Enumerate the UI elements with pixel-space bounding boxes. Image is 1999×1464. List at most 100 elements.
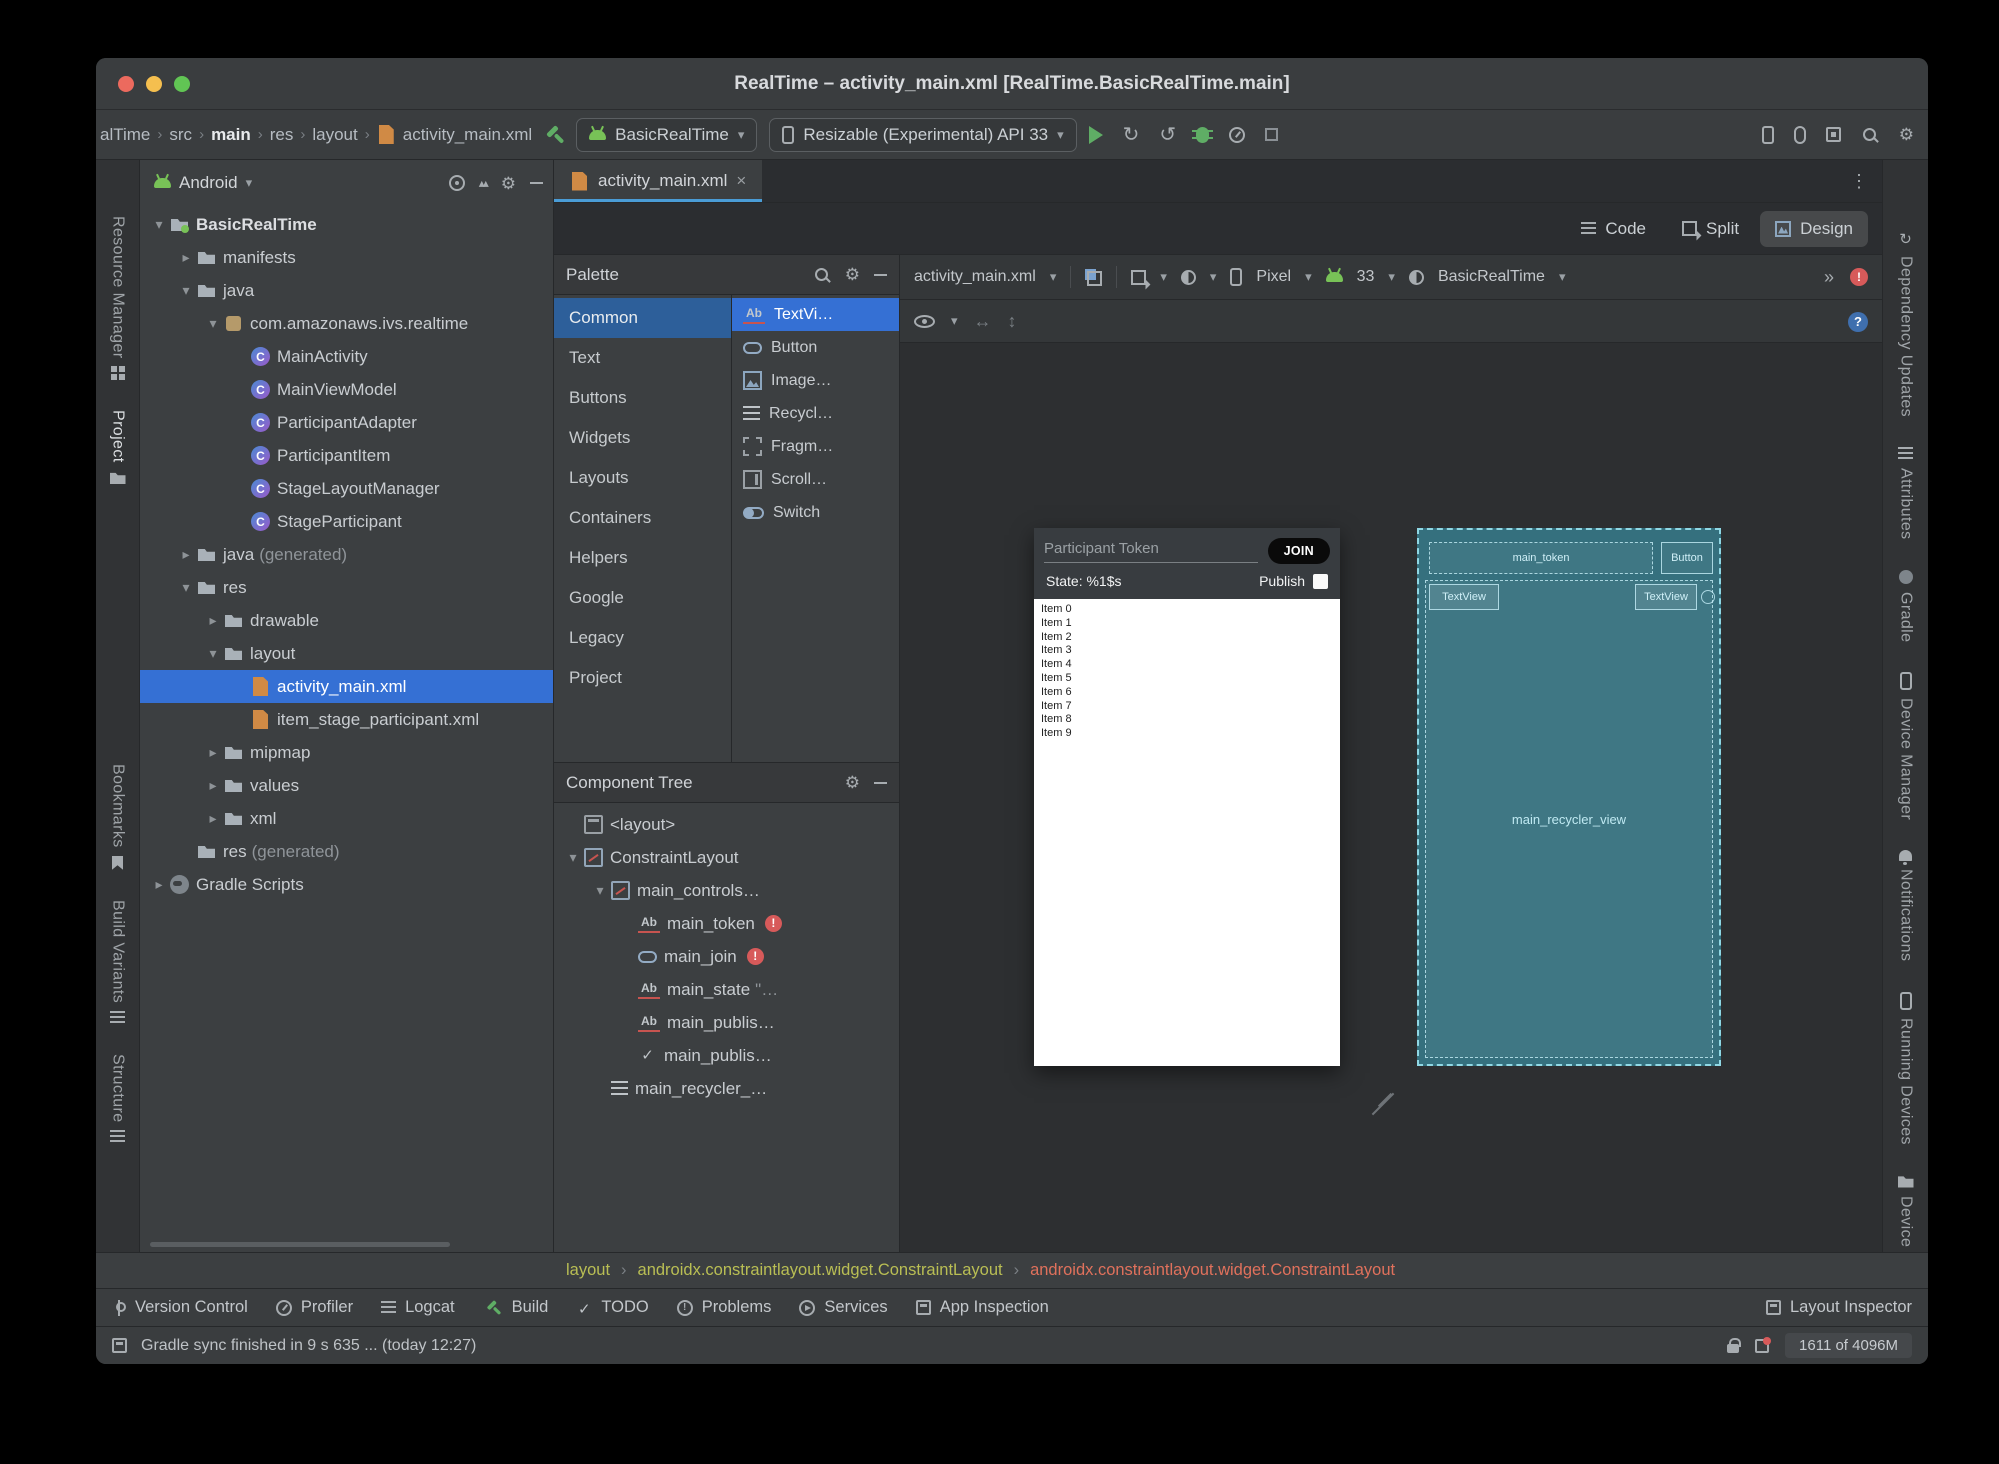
chevron-expanded-icon[interactable] [148, 216, 170, 233]
view-options-layers-icon[interactable] [1085, 268, 1103, 286]
project-view-selector[interactable]: Android [179, 173, 238, 193]
blueprint-recycler-view[interactable]: main_recycler_view [1425, 580, 1713, 1058]
chevron-collapsed-icon[interactable] [202, 744, 224, 761]
palette-item-button[interactable]: Button [732, 331, 899, 364]
project-tree-item[interactable]: Gradle Scripts [140, 868, 553, 901]
tool-button-build[interactable]: Build [483, 1298, 549, 1318]
status-panel-icon[interactable] [112, 1338, 127, 1353]
palette-category-widgets[interactable]: Widgets [554, 418, 731, 458]
hide-panel-icon[interactable] [874, 781, 887, 784]
project-tree-item[interactable]: layout [140, 637, 553, 670]
project-tree-item[interactable]: ParticipantItem [140, 439, 553, 472]
publish-label[interactable]: Publish [1259, 573, 1305, 589]
toolbar-overflow-icon[interactable]: » [1824, 267, 1834, 288]
tool-button-bookmarks[interactable]: Bookmarks [109, 764, 127, 870]
chevron-down-icon[interactable]: ▾ [246, 175, 253, 191]
chevron-collapsed-icon[interactable] [202, 612, 224, 629]
mode-code-button[interactable]: Code [1566, 211, 1661, 247]
breadcrumb-item[interactable]: androidx.constraintlayout.widget.Constra… [638, 1261, 1003, 1280]
palette-item-fragment[interactable]: Fragm… [732, 430, 899, 463]
publish-checkbox[interactable] [1313, 573, 1328, 589]
tool-button-dependency-updates[interactable]: ↻ Dependency Updates [1897, 230, 1915, 417]
api-level-picker[interactable]: 33 [1357, 268, 1375, 286]
mode-design-button[interactable]: Design [1760, 210, 1868, 247]
project-tree-item[interactable]: res (generated) [140, 835, 553, 868]
settings-gear-icon[interactable]: ⚙ [501, 175, 516, 192]
device-manager-icon[interactable] [1761, 125, 1774, 144]
settings-gear-icon[interactable]: ⚙ [845, 774, 860, 791]
design-canvas[interactable]: Participant Token JOIN State: %1$s Publi… [900, 343, 1882, 1252]
palette-category-buttons[interactable]: Buttons [554, 378, 731, 418]
project-tree-item[interactable]: res [140, 571, 553, 604]
chevron-expanded-icon[interactable] [589, 882, 611, 899]
tool-button-attributes[interactable]: Attributes [1897, 447, 1915, 540]
help-icon[interactable] [1848, 311, 1868, 332]
palette-category-layouts[interactable]: Layouts [554, 458, 731, 498]
chevron-collapsed-icon[interactable] [148, 876, 170, 893]
project-tree-item[interactable]: MainActivity [140, 340, 553, 373]
theme-picker[interactable]: BasicRealTime [1438, 268, 1545, 286]
run-configuration-selector[interactable]: BasicRealTime ▾ [576, 117, 758, 152]
palette-item-scrollview[interactable]: Scroll… [732, 463, 899, 496]
issues-error-icon[interactable] [1850, 268, 1868, 286]
palette-item-switch[interactable]: Switch [732, 496, 899, 529]
tool-button-resource-manager[interactable]: Resource Manager [109, 216, 127, 381]
settings-gear-icon[interactable]: ⚙ [845, 266, 860, 283]
device-selector[interactable]: Resizable (Experimental) API 33 ▾ [769, 117, 1077, 152]
project-tree-item[interactable]: BasicRealTime [140, 208, 553, 241]
chevron-collapsed-icon[interactable] [202, 777, 224, 794]
design-file-selector[interactable]: activity_main.xml [914, 268, 1036, 286]
palette-category-text[interactable]: Text [554, 338, 731, 378]
palette-category-google[interactable]: Google [554, 578, 731, 618]
tool-button-structure[interactable]: Structure [109, 1054, 127, 1144]
project-tree-item[interactable]: StageParticipant [140, 505, 553, 538]
night-mode-icon[interactable] [1180, 269, 1196, 285]
chevron-expanded-icon[interactable] [202, 645, 224, 662]
project-tree-item[interactable]: xml [140, 802, 553, 835]
blueprint-phone[interactable]: main_token Button main_recycler_view Tex… [1417, 528, 1721, 1066]
palette-category-containers[interactable]: Containers [554, 498, 731, 538]
project-tree-item-selected[interactable]: activity_main.xml [140, 670, 553, 703]
settings-gear-icon[interactable]: ⚙ [1899, 126, 1914, 143]
project-tree-item[interactable]: manifests [140, 241, 553, 274]
apply-changes-icon[interactable]: ↺ [1159, 122, 1176, 147]
project-tree-item[interactable]: java (generated) [140, 538, 553, 571]
tool-button-todo[interactable]: TODO [576, 1298, 648, 1317]
view-options-eye-icon[interactable] [914, 314, 935, 328]
component-tree-item[interactable]: main_recycler_… [554, 1072, 899, 1105]
clear-constraints-icon[interactable]: ↔ [974, 311, 992, 332]
sdk-manager-icon[interactable] [1825, 127, 1841, 142]
component-tree-item[interactable]: <layout> [554, 808, 899, 841]
participant-list[interactable]: Item 0 Item 1 Item 2 Item 3 Item 4 Item … [1034, 599, 1340, 1066]
collapse-all-icon[interactable]: ▴▴ [479, 176, 489, 190]
breadcrumb-item[interactable]: main [211, 125, 251, 145]
mode-split-button[interactable]: Split [1667, 211, 1754, 247]
chevron-expanded-icon[interactable] [202, 315, 224, 332]
blueprint-main-token[interactable]: main_token [1429, 542, 1653, 574]
tool-button-profiler[interactable]: Profiler [275, 1298, 353, 1317]
palette-category-helpers[interactable]: Helpers [554, 538, 731, 578]
project-tree-item[interactable]: mipmap [140, 736, 553, 769]
blueprint-textview-left[interactable]: TextView [1429, 584, 1499, 610]
profiler-icon[interactable] [1229, 126, 1246, 143]
design-preview-phone[interactable]: Participant Token JOIN State: %1$s Publi… [1034, 528, 1340, 1066]
chevron-collapsed-icon[interactable] [175, 546, 197, 563]
project-tree-item[interactable]: StageLayoutManager [140, 472, 553, 505]
hide-panel-icon[interactable] [530, 182, 543, 184]
project-tree-item[interactable]: drawable [140, 604, 553, 637]
tool-button-version-control[interactable]: Version Control [112, 1298, 248, 1317]
run-button[interactable] [1088, 125, 1103, 144]
component-tree-item[interactable]: main_join [554, 940, 899, 973]
chevron-expanded-icon[interactable] [562, 849, 584, 866]
join-button[interactable]: JOIN [1267, 538, 1330, 564]
close-tab-icon[interactable]: × [736, 171, 746, 191]
build-hammer-icon[interactable] [544, 125, 564, 145]
memory-indicator[interactable]: 1611 of 4096M [1785, 1333, 1912, 1358]
palette-item-imageview[interactable]: Image… [732, 364, 899, 397]
component-tree-item[interactable]: main_publis… [554, 1006, 899, 1039]
tab-overflow-icon[interactable]: ⋮ [1850, 171, 1882, 192]
project-tree-item[interactable]: java [140, 274, 553, 307]
breadcrumb-item-current[interactable]: androidx.constraintlayout.widget.Constra… [1030, 1261, 1395, 1280]
locate-file-icon[interactable] [448, 175, 465, 191]
tab-activity-main-xml[interactable]: activity_main.xml × [554, 160, 763, 202]
